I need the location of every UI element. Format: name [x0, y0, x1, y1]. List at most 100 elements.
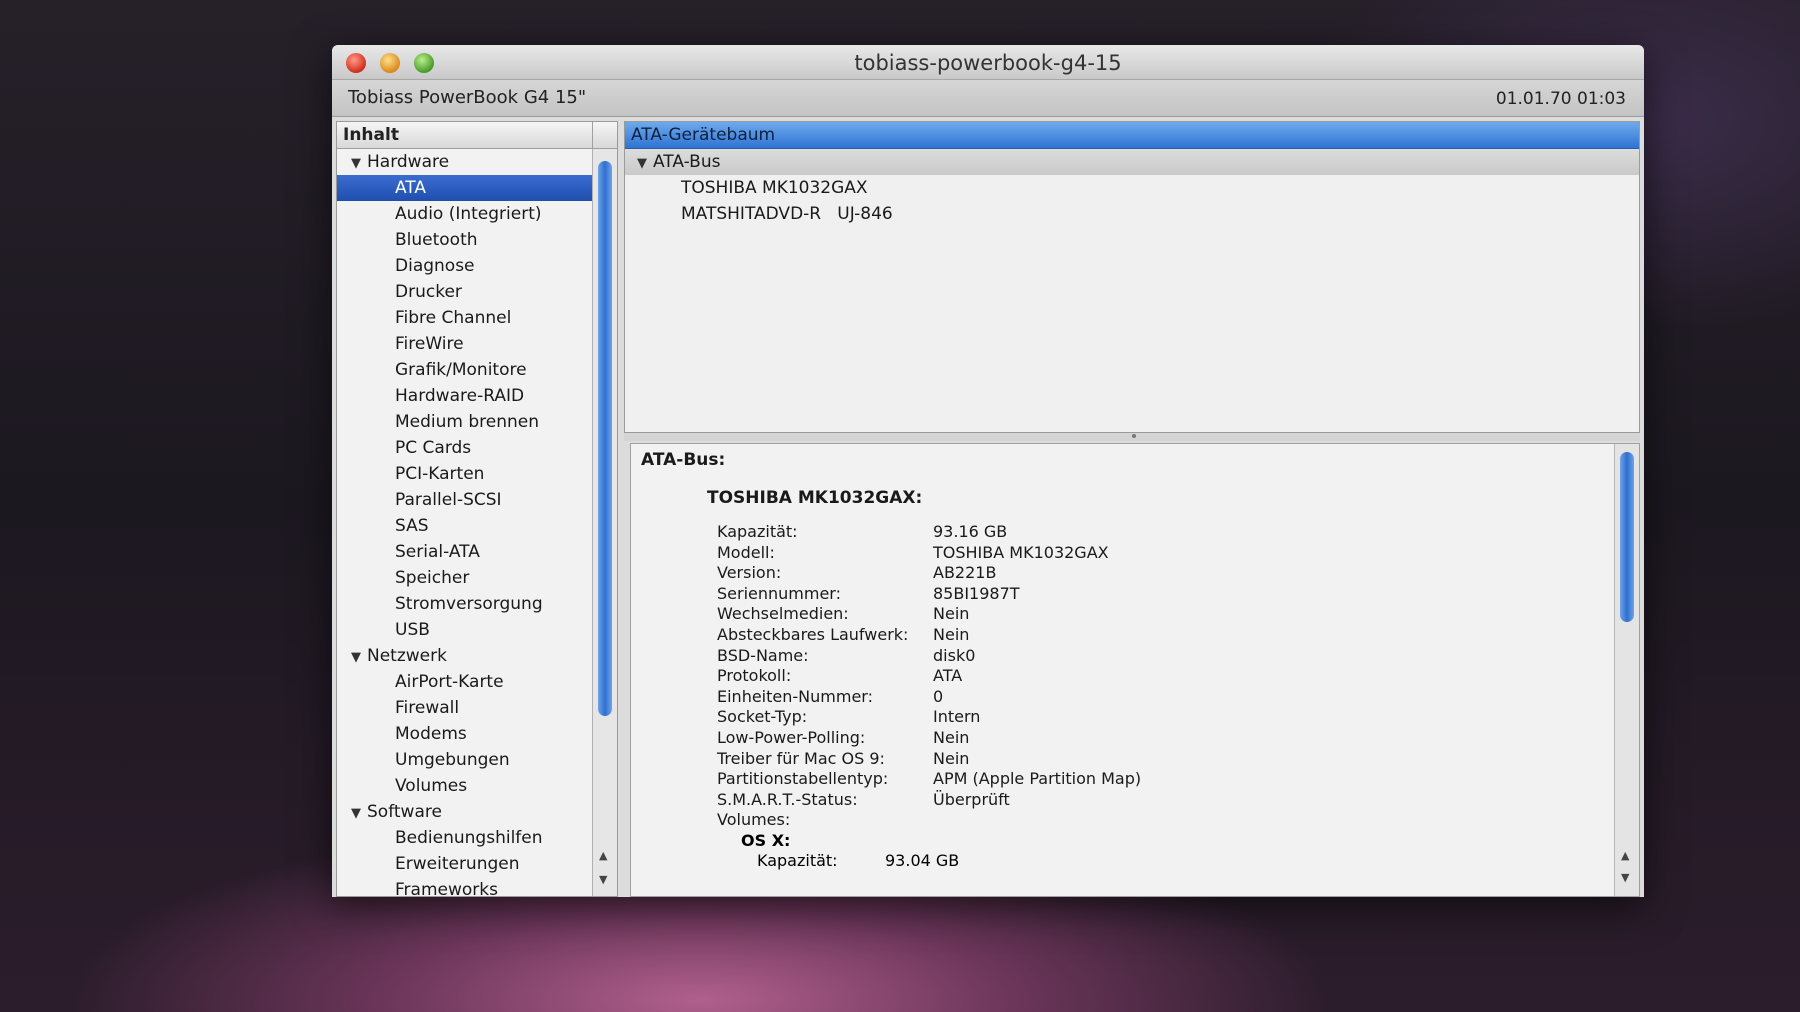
sidebar-item[interactable]: USB — [337, 617, 593, 643]
sidebar-item[interactable]: AirPort-Karte — [337, 669, 593, 695]
sidebar-item[interactable]: FireWire — [337, 331, 593, 357]
sidebar-group-hardware[interactable]: ▼ Hardware — [337, 149, 593, 175]
property-value: Nein — [933, 624, 970, 644]
sidebar-item[interactable]: Stromversorgung — [337, 591, 593, 617]
detail-bus-label: ATA-Bus: — [641, 450, 726, 470]
sidebar-item[interactable]: Drucker — [337, 279, 593, 305]
property-key: BSD-Name: — [717, 645, 809, 665]
system-profiler-window: tobiass-powerbook-g4-15 Tobiass PowerBoo… — [332, 45, 1644, 897]
sidebar-item[interactable]: PCI-Karten — [337, 461, 593, 487]
disclosure-triangle-icon[interactable]: ▼ — [637, 151, 653, 177]
sidebar-item[interactable]: ATA — [337, 175, 593, 201]
bus-label: ATA-Bus — [653, 152, 721, 172]
property-key: Modell: — [717, 542, 775, 562]
sidebar-scrollbar[interactable]: ▲ ▼ — [592, 149, 617, 896]
sidebar-item[interactable]: Serial-ATA — [337, 539, 593, 565]
property-value: Intern — [933, 707, 981, 727]
sidebar-item[interactable]: Modems — [337, 721, 593, 747]
property-key: Socket-Typ: — [717, 707, 808, 727]
property-key: Kapazität: — [717, 522, 798, 541]
sidebar-item[interactable]: SAS — [337, 513, 593, 539]
property-value: APM (Apple Partition Map) — [933, 769, 1142, 789]
splitter-handle-icon — [1132, 434, 1136, 438]
sidebar-header-label: Inhalt — [343, 125, 399, 145]
sidebar-item[interactable]: Volumes — [337, 773, 593, 799]
sidebar-item[interactable]: Diagnose — [337, 253, 593, 279]
property-row: Treiber für Mac OS 9: Nein — [641, 749, 1603, 770]
sidebar-item[interactable]: Speicher — [337, 565, 593, 591]
device-tree-header[interactable]: ATA-Gerätebaum — [625, 122, 1639, 149]
sidebar-item[interactable]: PC Cards — [337, 435, 593, 461]
pane-splitter[interactable] — [624, 433, 1640, 441]
property-value: disk0 — [933, 645, 976, 665]
sidebar-item[interactable]: Audio (Integriert) — [337, 201, 593, 227]
title-bar[interactable]: tobiass-powerbook-g4-15 — [332, 45, 1644, 80]
scroll-up-arrow-icon[interactable]: ▲ — [599, 849, 607, 862]
property-row: Volumes: — [641, 810, 1603, 831]
device-tree-pane: ATA-Gerätebaum ▼ ATA-Bus TOSHIBA MK1032GA… — [624, 121, 1640, 433]
scroll-up-arrow-icon[interactable]: ▲ — [1621, 849, 1629, 862]
volume-property-row: Kapazität: 93.04 GB — [641, 851, 1603, 871]
sidebar-item[interactable]: Parallel-SCSI — [337, 487, 593, 513]
property-row: Absteckbares Laufwerk: Nein — [641, 625, 1603, 646]
property-list: Kapazität: 93.16 GB Modell: TOSHIBA MK1032G… — [641, 522, 1603, 831]
scroll-down-arrow-icon[interactable]: ▼ — [599, 873, 607, 886]
property-key: Treiber für Mac OS 9: — [717, 748, 885, 768]
property-value: TOSHIBA MK1032GAX — [933, 542, 1109, 562]
property-row: Einheiten-Nummer: 0 — [641, 687, 1603, 708]
detail-scroll-thumb[interactable] — [1620, 452, 1634, 622]
property-row: Seriennummer: 85BI1987T — [641, 584, 1603, 605]
info-bar: Tobiass PowerBook G4 15" 01.01.70 01:03 — [332, 80, 1644, 117]
property-row: S.M.A.R.T.-Status: Überprüft — [641, 790, 1603, 811]
sidebar-item[interactable]: Bluetooth — [337, 227, 593, 253]
sidebar-item[interactable]: Erweiterungen — [337, 851, 593, 877]
property-key: Wechselmedien: — [717, 604, 849, 624]
sidebar-item[interactable]: Bedienungshilfen — [337, 825, 593, 851]
sidebar-header[interactable]: Inhalt — [337, 122, 617, 149]
main-area: ATA-Gerätebaum ▼ ATA-Bus TOSHIBA MK1032GA… — [624, 121, 1640, 897]
property-key: Einheiten-Nummer: — [717, 686, 873, 706]
sidebar-item[interactable]: Umgebungen — [337, 747, 593, 773]
disclosure-triangle-icon[interactable]: ▼ — [351, 151, 367, 177]
property-key: Protokoll: — [717, 666, 792, 686]
sidebar-group-software[interactable]: ▼ Software — [337, 799, 593, 825]
detail-scrollbar[interactable]: ▲ ▼ — [1614, 444, 1639, 896]
sidebar-item[interactable]: Grafik/Monitore — [337, 357, 593, 383]
detail-pane: ATA-Bus: TOSHIBA MK1032GAX: Kapazität: 93… — [630, 443, 1640, 897]
sidebar-item[interactable]: Firewall — [337, 695, 593, 721]
property-value: Nein — [933, 748, 970, 768]
sidebar-group-label: Software — [367, 802, 442, 822]
datetime: 01.01.70 01:03 — [1495, 89, 1626, 109]
detail-content: ATA-Bus: TOSHIBA MK1032GAX: Kapazität: 93… — [631, 444, 1613, 896]
sidebar-item[interactable]: Frameworks — [337, 877, 593, 896]
property-key: Volumes: — [717, 810, 791, 830]
sidebar-scroll-thumb[interactable] — [598, 161, 612, 716]
property-value: Nein — [933, 604, 970, 624]
property-value: 0 — [933, 686, 944, 706]
disclosure-triangle-icon[interactable]: ▼ — [351, 801, 367, 827]
sidebar-item[interactable]: Fibre Channel — [337, 305, 593, 331]
sidebar-item[interactable]: Hardware-RAID — [337, 383, 593, 409]
detail-device-label: TOSHIBA MK1032GAX: — [707, 488, 923, 508]
property-value: Überprüft — [933, 789, 1010, 809]
property-row: Wechselmedien: Nein — [641, 604, 1603, 625]
volume-name: OS X: — [741, 830, 791, 850]
property-key: Kapazität: — [757, 850, 838, 870]
tree-device-row[interactable]: MATSHITADVD-R UJ-846 — [625, 201, 1639, 227]
disclosure-triangle-icon[interactable]: ▼ — [351, 645, 367, 671]
property-row: BSD-Name: disk0 — [641, 646, 1603, 667]
sidebar-item[interactable]: Medium brennen — [337, 409, 593, 435]
property-row: Version: AB221B — [641, 563, 1603, 584]
ata-bus-row[interactable]: ▼ ATA-Bus — [625, 149, 1639, 175]
property-row: Low-Power-Polling: Nein — [641, 728, 1603, 749]
sidebar-list: ▼ Hardware ATA Audio (Integriert) Bluetooth D… — [337, 149, 593, 896]
property-value: ATA — [933, 666, 963, 686]
tree-device-row[interactable]: TOSHIBA MK1032GAX — [625, 175, 1639, 201]
property-row: Kapazität: 93.16 GB — [641, 522, 1603, 543]
sidebar-group-netzwerk[interactable]: ▼ Netzwerk — [337, 643, 593, 669]
property-key: Seriennummer: — [717, 583, 841, 603]
property-row: Socket-Typ: Intern — [641, 707, 1603, 728]
property-key: Partitionstabellentyp: — [717, 769, 889, 789]
scroll-down-arrow-icon[interactable]: ▼ — [1621, 871, 1629, 884]
property-value: 93.16 GB — [933, 522, 1008, 541]
